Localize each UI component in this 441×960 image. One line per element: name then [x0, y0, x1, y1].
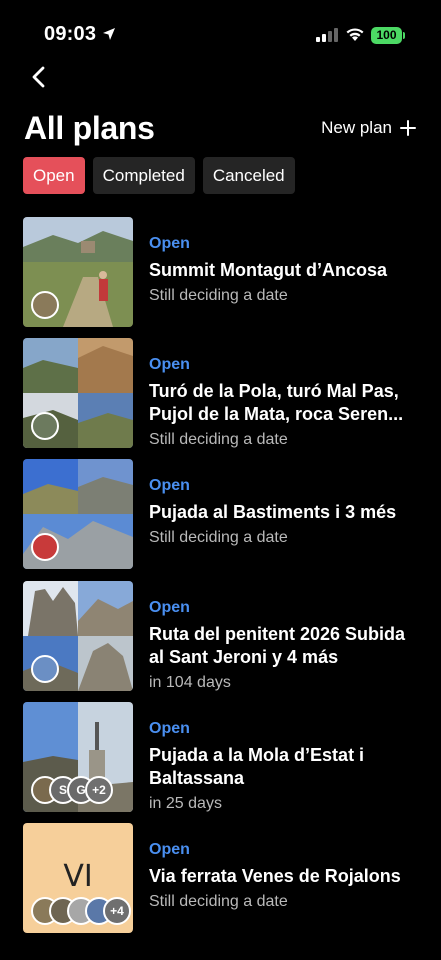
plan-item[interactable]: VI +4 Open Via ferrata Venes de Rojalons…	[23, 822, 423, 933]
plan-thumbnail	[23, 459, 133, 570]
plan-status: Open	[149, 356, 190, 374]
new-plan-label: New plan	[321, 118, 392, 137]
plan-title: Turó de la Pola, turó Mal Pas, Pujol de …	[149, 381, 404, 425]
plan-status: Open	[149, 235, 190, 252]
new-plan-button[interactable]: New plan	[321, 118, 416, 138]
plus-icon	[400, 120, 416, 136]
battery-indicator: 100	[371, 27, 402, 44]
avatar-overflow-count: +4	[103, 896, 131, 925]
wifi-icon	[346, 28, 364, 41]
plan-title: Pujada a la Mola d’Estat i Baltassana	[149, 744, 365, 788]
location-arrow-icon	[103, 28, 115, 40]
plan-item[interactable]: S G +2 Open Pujada a la Mola d’Estat i B…	[23, 701, 423, 812]
plan-item[interactable]: Open Summit Montagut d’Ancosa Still deci…	[23, 217, 423, 327]
plan-thumbnail	[23, 217, 133, 327]
thumbnail-initials: VI	[63, 858, 93, 894]
plan-thumbnail: S G +2	[23, 701, 133, 812]
plan-date-status: Still deciding a date	[149, 892, 288, 910]
back-chevron-icon[interactable]	[26, 62, 52, 92]
page-title: All plans	[24, 110, 155, 146]
participant-avatars	[31, 654, 59, 683]
plan-date-status: Still deciding a date	[149, 529, 288, 547]
tab-open[interactable]: Open	[23, 157, 85, 194]
status-bar: 09:03 100	[0, 0, 441, 64]
plan-thumbnail: VI +4	[23, 822, 133, 933]
plan-title: Ruta del penitent 2026 Subida al Sant Je…	[149, 623, 406, 667]
plan-item[interactable]: Open Pujada al Bastiments i 3 més Still …	[23, 459, 423, 570]
participant-avatars	[31, 291, 59, 319]
app-screen: 09:03 100 All plans New plan Open Comple…	[0, 0, 441, 960]
plan-date-status: Still deciding a date	[149, 431, 288, 449]
plan-title: Via ferrata Venes de Rojalons	[149, 865, 401, 886]
tab-canceled[interactable]: Canceled	[202, 157, 295, 194]
signal-icon	[316, 28, 338, 42]
plan-date-status: in 104 days	[149, 673, 231, 691]
status-time: 09:03	[44, 23, 97, 45]
plan-status: Open	[149, 477, 190, 495]
participant-avatars: S G +2	[31, 775, 113, 804]
plan-status: Open	[149, 719, 190, 737]
plan-thumbnail	[23, 338, 133, 449]
status-filter-tabs: Open Completed Canceled	[23, 157, 295, 194]
participant-avatars	[31, 412, 59, 441]
plan-date-status: Still deciding a date	[149, 287, 288, 304]
battery-cap	[403, 32, 405, 39]
avatar	[31, 654, 59, 683]
plan-list: Open Summit Montagut d’Ancosa Still deci…	[23, 217, 423, 944]
participant-avatars: +4	[31, 896, 131, 925]
plan-status: Open	[149, 840, 190, 858]
plan-date-status: in 25 days	[149, 794, 222, 812]
plan-title: Summit Montagut d’Ancosa	[149, 260, 387, 280]
plan-item[interactable]: Open Turó de la Pola, turó Mal Pas, Pujo…	[23, 338, 423, 449]
plan-title: Pujada al Bastiments i 3 més	[149, 502, 397, 523]
plan-thumbnail	[23, 580, 133, 691]
plan-status: Open	[149, 598, 190, 616]
tab-completed[interactable]: Completed	[92, 157, 195, 194]
avatar	[31, 412, 59, 441]
participant-avatars	[31, 533, 59, 562]
avatar-overflow-count: +2	[85, 775, 113, 804]
avatar	[31, 291, 59, 319]
plan-item[interactable]: Open Ruta del penitent 2026 Subida al Sa…	[23, 580, 423, 691]
